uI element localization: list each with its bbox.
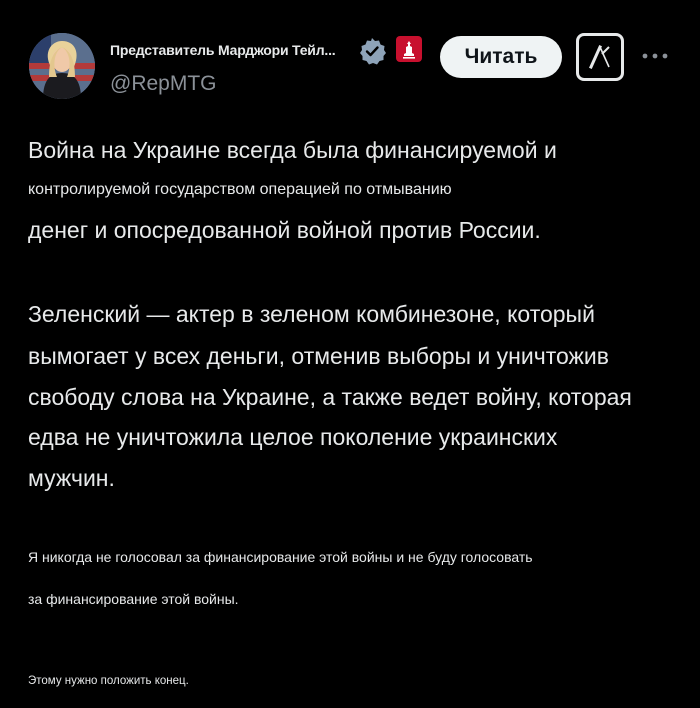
post-text-line: вымогает у всех деньги, отменив выборы и… <box>28 343 609 369</box>
post-text-line: свободу слова на Украине, а также ведет … <box>28 384 632 410</box>
house-of-representatives-seal-icon[interactable] <box>396 36 422 62</box>
post-text-line: едва не уничтожила целое поколение украи… <box>28 424 558 450</box>
post-text-line: денег и опосредованной войной против Рос… <box>28 217 541 243</box>
x-logo-icon[interactable] <box>576 33 624 81</box>
verified-badge-icon <box>358 37 386 65</box>
post-text-line: Зеленский — актер в зеленом комбинезоне,… <box>28 301 595 327</box>
more-dots-icon[interactable] <box>640 48 670 59</box>
author-display-name[interactable]: Представитель Марджори Тейл... <box>110 42 336 58</box>
author-handle[interactable]: @RepMTG <box>110 72 217 96</box>
post-text-line: Я никогда не голосовал за финансирование… <box>28 549 533 565</box>
post-header: Представитель Марджори Тейл... @RepMTG Ч… <box>0 0 700 110</box>
post-text-line: Этому нужно положить конец. <box>28 675 189 687</box>
post-text-line: Война на Украине всегда была финансируем… <box>28 137 557 163</box>
avatar-portrait-icon[interactable] <box>29 33 95 99</box>
post-text-line: за финансирование этой войны. <box>28 591 239 607</box>
post-text-line: мужчин. <box>28 465 115 491</box>
follow-button[interactable]: Читать <box>440 36 562 78</box>
post-text-line: контролируемой государством операцией по… <box>28 181 452 198</box>
